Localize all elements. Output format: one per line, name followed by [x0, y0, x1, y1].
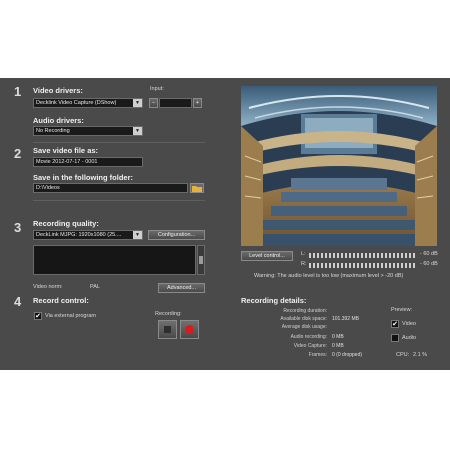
input-increment-button[interactable]: +	[193, 98, 202, 108]
external-program-checkbox[interactable]: ✔	[34, 312, 42, 320]
video-drivers-heading: Video drivers:	[33, 86, 83, 95]
level-left-label: L:	[301, 251, 306, 257]
browse-folder-button[interactable]	[190, 183, 204, 193]
record-icon	[185, 325, 194, 334]
stop-button[interactable]	[158, 320, 177, 339]
record-button[interactable]	[180, 320, 199, 339]
level-right-meter	[309, 263, 417, 268]
concert-hall-preview-image	[241, 86, 437, 246]
detail-value: 0 MB	[332, 334, 344, 340]
detail-value: 0 (0 dropped)	[332, 352, 363, 358]
record-control-heading: Record control:	[33, 296, 89, 305]
folder-icon	[192, 185, 202, 192]
step-number-3: 3	[14, 220, 22, 235]
stop-icon	[164, 326, 171, 333]
detail-label: Frames:	[308, 352, 327, 358]
recording-quality-dropdown[interactable]: DeckLink MJPG: 1920x1080 (25.... ▼	[33, 230, 143, 240]
save-folder-heading: Save in the following folder:	[33, 173, 134, 182]
step-number-2: 2	[14, 146, 22, 161]
external-program-label: Via external program	[45, 313, 96, 319]
video-preview	[241, 86, 437, 246]
input-label: Input:	[150, 86, 164, 92]
section-divider	[33, 200, 205, 201]
recording-panel: 1 2 3 4 Video drivers: Decklink Video Ca…	[0, 78, 450, 370]
preview-video-label: Video	[402, 321, 416, 327]
step-number-1: 1	[14, 84, 22, 99]
recording-label: Recording:	[155, 311, 182, 317]
configuration-button[interactable]: Configuration...	[148, 230, 205, 240]
level-left-db: - 60 dB	[420, 251, 438, 257]
quality-info-box	[33, 245, 196, 275]
step-number-4: 4	[14, 294, 22, 309]
audio-drivers-value: No Recording	[36, 128, 70, 134]
level-right-label: R:	[301, 261, 307, 267]
section-divider	[33, 142, 205, 143]
detail-label: Recording duration:	[283, 308, 327, 314]
chevron-down-icon: ▼	[133, 231, 142, 239]
detail-value: 0 MB	[332, 343, 344, 349]
input-decrement-button[interactable]: −	[149, 98, 158, 108]
cpu-value: 2.1 %	[413, 352, 428, 358]
detail-label: Available disk space:	[280, 316, 327, 322]
level-control-button[interactable]: Level control...	[241, 251, 293, 261]
video-drivers-value: Decklink Video Capture (DShow)	[36, 100, 117, 106]
level-right-db: - 60 dB	[420, 261, 438, 267]
chevron-down-icon: ▼	[133, 99, 142, 107]
video-norm-label: Video norm:	[33, 284, 63, 290]
cpu-label: CPU:	[396, 352, 410, 358]
input-value-field[interactable]	[159, 98, 192, 108]
folder-path-input[interactable]: D:\Videos	[33, 183, 188, 193]
detail-label: Audio recording:	[290, 334, 327, 340]
audio-drivers-dropdown[interactable]: No Recording ▼	[33, 126, 143, 136]
save-file-heading: Save video file as:	[33, 146, 99, 155]
recording-details-heading: Recording details:	[241, 296, 307, 305]
level-left-meter	[309, 253, 417, 258]
audio-drivers-heading: Audio drivers:	[33, 116, 84, 125]
preview-audio-label: Audio	[402, 335, 417, 341]
advanced-button[interactable]: Advanced...	[158, 283, 205, 293]
preview-label: Preview:	[391, 307, 413, 313]
scrollbar-thumb[interactable]	[199, 256, 203, 264]
level-warning: Warning: The audio level is too low (max…	[254, 273, 404, 279]
recording-quality-heading: Recording quality:	[33, 219, 99, 228]
preview-video-checkbox[interactable]: ✔	[391, 320, 399, 328]
detail-label: Average disk usage:	[281, 324, 327, 330]
video-norm-value: PAL	[90, 284, 100, 290]
quality-info-scrollbar[interactable]	[197, 245, 205, 275]
file-name-input[interactable]: Movie 2012-07-17 - 0001	[33, 157, 143, 167]
detail-label: Video Capture:	[293, 343, 327, 349]
preview-audio-checkbox[interactable]	[391, 334, 399, 342]
detail-value: 101.392 MB	[332, 316, 359, 322]
video-drivers-dropdown[interactable]: Decklink Video Capture (DShow) ▼	[33, 98, 143, 108]
recording-quality-value: DeckLink MJPG: 1920x1080 (25....	[36, 232, 122, 238]
chevron-down-icon: ▼	[133, 127, 142, 135]
